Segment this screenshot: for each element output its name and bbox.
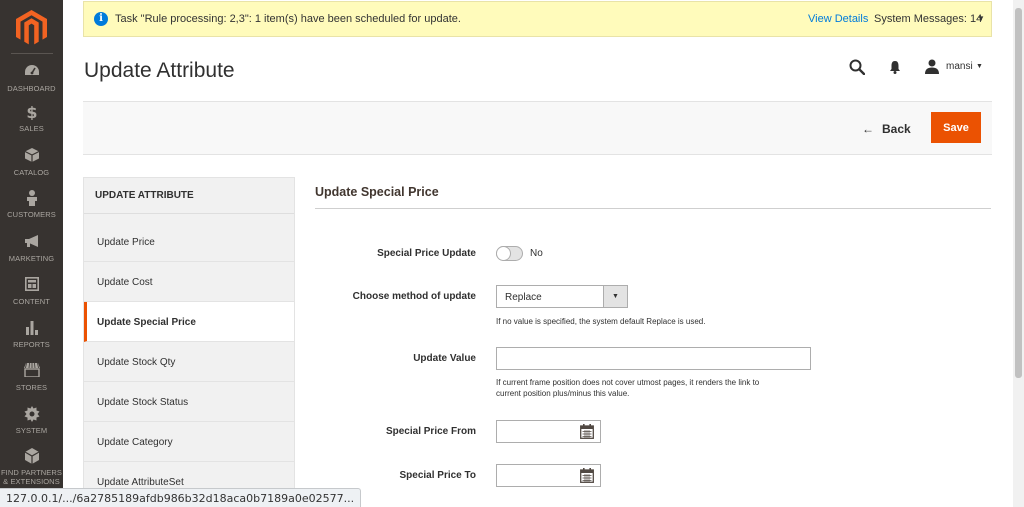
special-price-from-label: Special Price From [385,426,476,437]
special-price-to-input[interactable] [496,464,601,487]
admin-sidebar: DASHBOARD $ SALES CATALOG CUSTOMERS MARK… [0,0,63,507]
special-price-from-input[interactable] [496,420,601,443]
special-price-update-label: Special Price Update [377,248,476,259]
sidebar-item-dashboard[interactable]: DASHBOARD [0,64,63,93]
tab-update-category[interactable]: Update Category [84,422,294,462]
sidebar-divider [11,53,53,54]
toggle-knob [496,246,511,261]
arrow-left-icon: ← [862,122,874,136]
cube-icon [0,448,63,466]
bar-chart-icon [0,320,63,338]
page-actions-bar: ← Back Save [83,101,992,155]
sidebar-item-label: STORES [15,383,48,392]
sidebar-item-catalog[interactable]: CATALOG [0,148,63,177]
layout-icon [0,277,63,295]
system-message-text: Task "Rule processing: 2,3": 1 item(s) h… [115,13,461,25]
svg-text:$: $ [26,104,37,120]
tab-label: Update Special Price [97,317,196,328]
special-price-update-toggle[interactable] [496,246,523,261]
storefront-icon [0,363,63,381]
tab-label: Update Stock Status [97,397,189,408]
view-details-link[interactable]: View Details [808,13,868,25]
sidebar-item-label: FIND PARTNERS [0,468,63,477]
sidebar-item-label: SALES [19,124,44,133]
sidebar-item-marketing[interactable]: MARKETING [0,234,63,263]
caret-down-icon[interactable]: ▼ [977,14,985,23]
sidebar-item-stores[interactable]: STORES [0,363,63,392]
tabs-panel: UPDATE ATTRIBUTE Update Price Update Cos… [83,177,295,507]
user-name[interactable]: mansi [946,61,973,72]
sidebar-item-label: CONTENT [13,297,50,306]
user-icon[interactable] [925,59,939,77]
tab-update-cost[interactable]: Update Cost [84,262,294,302]
tab-update-special-price[interactable]: Update Special Price [84,302,294,342]
section-divider [315,208,991,209]
section-title: Update Special Price [315,185,439,199]
dollar-icon: $ [0,104,63,122]
sidebar-item-find-partners[interactable]: FIND PARTNERS & EXTENSIONS [0,448,63,486]
tab-label: Update Stock Qty [97,357,176,368]
system-messages-toggle[interactable]: System Messages: 14 [874,13,982,25]
update-value-note: If current frame position does not cover… [496,377,759,399]
system-message-bar: i Task "Rule processing: 2,3": 1 item(s)… [83,1,992,37]
caret-down-icon: ▼ [603,286,627,307]
tabs-heading-label: UPDATE ATTRIBUTE [95,190,194,201]
page-title: Update Attribute [84,59,235,82]
tab-update-price[interactable]: Update Price [84,222,294,262]
special-price-to-label: Special Price To [399,470,476,481]
note-line: current position plus/minus this value. [496,389,630,398]
sidebar-item-label: DASHBOARD [7,84,56,93]
update-method-note: If no value is specified, the system def… [496,317,706,326]
sidebar-item-label: CUSTOMERS [7,210,56,219]
tabs-heading: UPDATE ATTRIBUTE [84,178,294,214]
sidebar-item-label: REPORTS [13,340,50,349]
box-icon [0,148,63,166]
dashboard-icon [0,64,63,82]
sidebar-item-system[interactable]: SYSTEM [0,406,63,435]
tab-label: Update Price [97,237,155,248]
caret-down-icon[interactable]: ▼ [976,63,983,70]
sidebar-item-label: & EXTENSIONS [3,477,60,486]
sidebar-item-sales[interactable]: $ SALES [0,104,63,133]
info-icon: i [94,12,108,26]
search-icon[interactable] [849,59,866,78]
toggle-state-text: No [530,248,543,259]
back-button[interactable]: ← Back [862,122,911,136]
note-line: If current frame position does not cover… [496,378,760,387]
sidebar-item-label: CATALOG [13,168,50,177]
tab-label: Update AttributeSet [97,477,184,488]
back-label: Back [882,122,911,136]
tab-label: Update Cost [97,277,153,288]
page-content: i Task "Rule processing: 2,3": 1 item(s)… [63,0,1013,507]
update-value-input[interactable] [496,347,811,370]
tab-label: Update Category [97,437,173,448]
update-method-select[interactable]: Replace ▼ [496,285,628,308]
person-icon [0,190,63,208]
browser-status-url: 127.0.0.1/.../6a2785189afdb986b32d18aca0… [0,488,362,507]
sidebar-item-label: MARKETING [8,254,55,263]
gear-icon [0,406,63,424]
tab-update-stock-status[interactable]: Update Stock Status [84,382,294,422]
save-button[interactable]: Save [931,112,981,143]
calendar-icon[interactable] [580,424,594,442]
update-method-label: Choose method of update [352,291,476,302]
tab-update-stock-qty[interactable]: Update Stock Qty [84,342,294,382]
magento-logo-icon[interactable] [16,10,47,46]
notifications-bell-icon[interactable] [889,60,901,77]
sidebar-item-label: SYSTEM [15,426,48,435]
update-value-label: Update Value [413,353,476,364]
select-value: Replace [505,292,542,303]
sidebar-item-content[interactable]: CONTENT [0,277,63,306]
calendar-icon[interactable] [580,468,594,486]
megaphone-icon [0,234,63,252]
sidebar-item-reports[interactable]: REPORTS [0,320,63,349]
scrollbar-thumb[interactable] [1015,8,1022,378]
sidebar-item-customers[interactable]: CUSTOMERS [0,190,63,219]
